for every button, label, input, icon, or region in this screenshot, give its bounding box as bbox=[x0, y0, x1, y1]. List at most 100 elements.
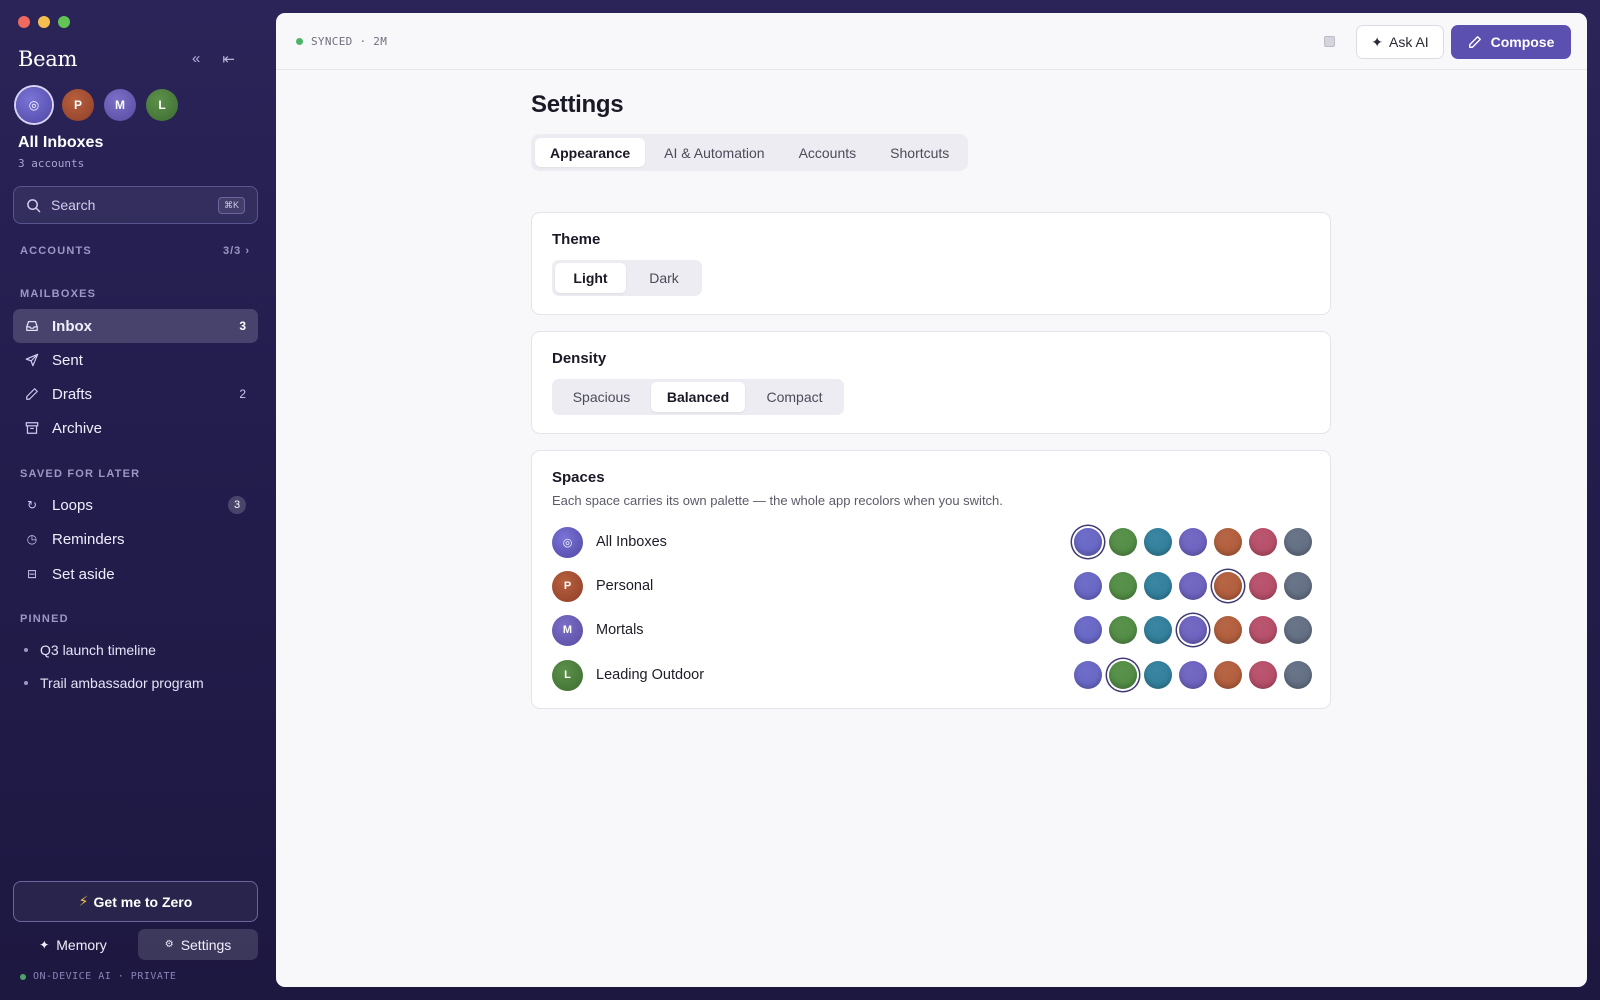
avatar-mortals[interactable]: M bbox=[104, 89, 136, 121]
pinned-item-label: Trail ambassador program bbox=[40, 675, 204, 691]
palette-swatch[interactable] bbox=[1249, 661, 1277, 689]
palette-swatch[interactable] bbox=[1144, 661, 1172, 689]
palette-swatch[interactable] bbox=[1214, 616, 1242, 644]
theme-title: Theme bbox=[552, 231, 601, 248]
tab-appearance[interactable]: Appearance bbox=[535, 138, 646, 167]
palette-swatches bbox=[1074, 661, 1312, 689]
avatar: ◎ bbox=[552, 526, 583, 558]
clock-icon: ◷ bbox=[26, 532, 38, 546]
accounts-count[interactable]: 3/3 › bbox=[223, 245, 250, 257]
bullet-icon bbox=[24, 648, 28, 652]
search-input[interactable]: Search ⌘K bbox=[13, 186, 258, 224]
pinned-item[interactable]: Q3 launch timeline bbox=[24, 642, 156, 658]
sidebar-item-drafts[interactable]: Drafts 2 bbox=[13, 377, 258, 411]
space-name: Mortals bbox=[596, 622, 644, 638]
compose-label: Compose bbox=[1490, 34, 1555, 50]
memory-button-label: Memory bbox=[56, 936, 107, 953]
pinned-item-label: Q3 launch timeline bbox=[40, 642, 156, 658]
sidebar: Beam « ⇤ ◎ P M L All Inboxes 3 accounts … bbox=[0, 0, 276, 1000]
theme-option-dark[interactable]: Dark bbox=[629, 263, 699, 293]
palette-swatch[interactable] bbox=[1144, 572, 1172, 600]
zoom-window-button[interactable] bbox=[58, 16, 70, 28]
sidebar-item-label: Archive bbox=[52, 419, 103, 437]
avatar-all-inboxes[interactable]: ◎ bbox=[16, 87, 52, 123]
pencil-icon bbox=[1468, 36, 1481, 48]
settings-content: Settings Appearance AI & Automation Acco… bbox=[531, 91, 1331, 709]
send-icon bbox=[25, 353, 39, 367]
search-shortcut: ⌘K bbox=[217, 196, 245, 214]
theme-option-light[interactable]: Light bbox=[555, 263, 626, 293]
palette-swatches bbox=[1074, 616, 1312, 644]
palette-swatch[interactable] bbox=[1179, 572, 1207, 600]
status-dot-icon bbox=[296, 38, 303, 45]
close-window-button[interactable] bbox=[18, 16, 30, 28]
settings-button[interactable]: ⚙ Settings bbox=[138, 929, 258, 960]
palette-swatch[interactable] bbox=[1109, 572, 1137, 600]
palette-swatch[interactable] bbox=[1074, 572, 1102, 600]
sidebar-item-reminders[interactable]: ◷ Reminders bbox=[13, 522, 258, 556]
density-card: Density Spacious Balanced Compact bbox=[531, 331, 1331, 434]
sidebar-item-label: Sent bbox=[52, 351, 83, 369]
spaces-title: Spaces bbox=[552, 469, 605, 486]
tab-shortcuts[interactable]: Shortcuts bbox=[875, 138, 964, 167]
loop-icon: ↻ bbox=[26, 498, 38, 512]
palette-swatch[interactable] bbox=[1179, 661, 1207, 689]
palette-swatch[interactable] bbox=[1144, 528, 1172, 556]
memory-button[interactable]: ✦ Memory bbox=[13, 929, 133, 960]
palette-swatch[interactable] bbox=[1179, 616, 1207, 644]
tab-accounts[interactable]: Accounts bbox=[784, 138, 872, 167]
density-option-spacious[interactable]: Spacious bbox=[555, 382, 648, 412]
avatar-personal[interactable]: P bbox=[62, 89, 94, 121]
palette-swatch[interactable] bbox=[1249, 616, 1277, 644]
density-option-compact[interactable]: Compact bbox=[748, 382, 841, 412]
sidebar-item-loops[interactable]: ↻ Loops 3 bbox=[13, 488, 258, 522]
tab-ai-automation[interactable]: AI & Automation bbox=[649, 138, 779, 167]
sidebar-item-sent[interactable]: Sent bbox=[13, 343, 258, 377]
minimize-window-button[interactable] bbox=[38, 16, 50, 28]
palette-swatch[interactable] bbox=[1284, 661, 1312, 689]
density-option-balanced[interactable]: Balanced bbox=[651, 382, 745, 412]
privacy-note-text: ON-DEVICE AI · PRIVATE bbox=[33, 971, 177, 982]
palette-swatches bbox=[1074, 528, 1312, 556]
zero-button-label: Get me to Zero bbox=[93, 893, 193, 910]
sidebar-item-inbox[interactable]: Inbox 3 bbox=[13, 309, 258, 343]
palette-swatch[interactable] bbox=[1284, 616, 1312, 644]
palette-swatch[interactable] bbox=[1214, 661, 1242, 689]
palette-swatch[interactable] bbox=[1074, 528, 1102, 556]
space-switcher: ◎ P M L bbox=[16, 87, 178, 123]
palette-swatch[interactable] bbox=[1284, 528, 1312, 556]
space-row-mortals: M Mortals bbox=[552, 613, 1312, 647]
palette-swatch[interactable] bbox=[1109, 528, 1137, 556]
theme-segmented-control: Light Dark bbox=[552, 260, 702, 296]
current-space-title: All Inboxes bbox=[18, 134, 104, 151]
palette-swatch[interactable] bbox=[1074, 661, 1102, 689]
current-space-subtitle: 3 accounts bbox=[18, 157, 85, 170]
palette-swatch[interactable] bbox=[1109, 616, 1137, 644]
inbox-icon bbox=[25, 319, 39, 333]
palette-swatch[interactable] bbox=[1074, 616, 1102, 644]
sidebar-item-label: Set aside bbox=[52, 565, 115, 583]
sidebar-item-label: Drafts bbox=[52, 385, 93, 403]
pinned-item[interactable]: Trail ambassador program bbox=[24, 675, 204, 691]
arrow-to-left-icon[interactable]: ⇤ bbox=[222, 50, 235, 68]
palette-swatch[interactable] bbox=[1249, 528, 1277, 556]
space-name: All Inboxes bbox=[596, 534, 667, 550]
palette-swatch[interactable] bbox=[1284, 572, 1312, 600]
palette-swatch[interactable] bbox=[1214, 572, 1242, 600]
palette-swatch[interactable] bbox=[1179, 528, 1207, 556]
compose-button[interactable]: Compose bbox=[1451, 25, 1571, 59]
sidebar-item-set-aside[interactable]: ⊟ Set aside bbox=[13, 557, 258, 591]
palette-swatch[interactable] bbox=[1109, 661, 1137, 689]
palette-swatch[interactable] bbox=[1144, 616, 1172, 644]
palette-swatch[interactable] bbox=[1249, 572, 1277, 600]
ask-ai-button[interactable]: ✦ Ask AI bbox=[1356, 25, 1444, 59]
get-me-to-zero-button[interactable]: ⚡ Get me to Zero bbox=[13, 881, 258, 922]
saved-section-label: SAVED FOR LATER bbox=[20, 468, 141, 480]
square-icon[interactable] bbox=[1324, 36, 1335, 47]
app-brand: Beam bbox=[18, 47, 78, 71]
draft-count: 2 bbox=[239, 387, 246, 401]
palette-swatch[interactable] bbox=[1214, 528, 1242, 556]
avatar-leading-outdoor[interactable]: L bbox=[146, 89, 178, 121]
sidebar-item-archive[interactable]: Archive bbox=[13, 411, 258, 445]
double-chevron-left-icon[interactable]: « bbox=[192, 50, 200, 68]
